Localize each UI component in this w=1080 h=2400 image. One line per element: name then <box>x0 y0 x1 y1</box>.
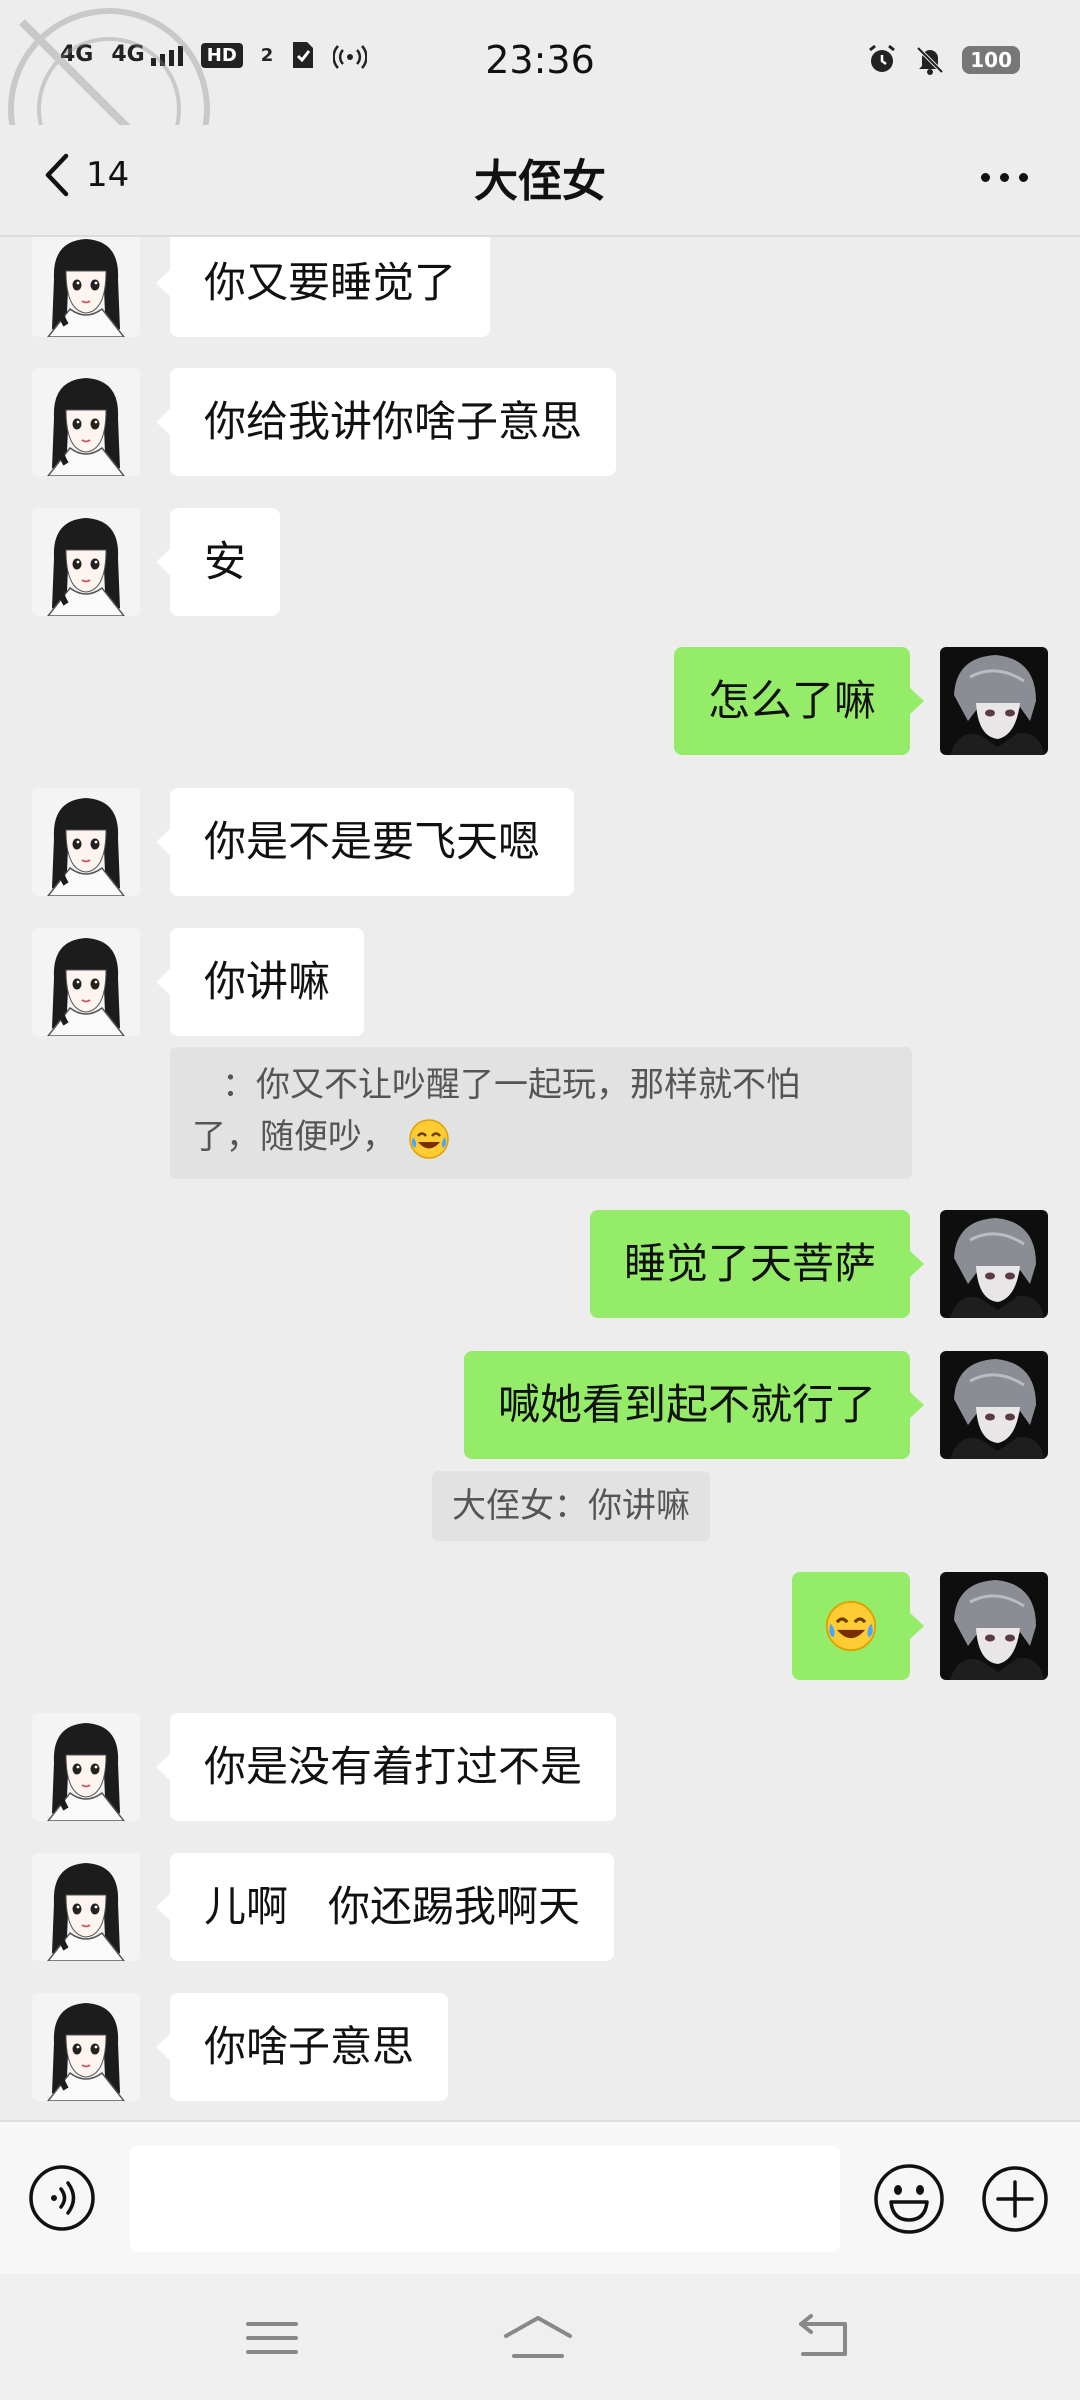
contact-avatar[interactable] <box>32 788 140 896</box>
quoted-message[interactable]: ：你又不让吵醒了一起玩，那样就不怕 了，随便吵， <box>170 1047 912 1179</box>
more-dots-icon[interactable] <box>981 173 1028 182</box>
message-bubble[interactable]: 睡觉了天菩萨 <box>589 1210 925 1318</box>
message-bubble[interactable]: 你啥子意思 <box>155 1993 449 2101</box>
status-right: 100 <box>866 44 1020 76</box>
message-bubble-emoji[interactable] <box>792 1572 924 1680</box>
laughing-crying-emoji-icon <box>409 1118 449 1159</box>
voice-icon[interactable] <box>28 2164 96 2232</box>
emoji-icon[interactable] <box>872 2162 946 2236</box>
contact-avatar[interactable] <box>32 1853 140 1961</box>
plus-icon[interactable] <box>980 2164 1050 2234</box>
message-row: 你是没有着打过不是 <box>0 1713 1080 1821</box>
message-row: 你讲嘛 <box>0 928 1080 1036</box>
contact-avatar[interactable] <box>32 928 140 1036</box>
message-bubble[interactable]: 安 <box>155 508 281 616</box>
message-row: 怎么了嘛 <box>0 647 1080 755</box>
menu-icon[interactable] <box>242 2312 302 2364</box>
my-avatar[interactable] <box>940 647 1048 755</box>
message-row: 你又要睡觉了 <box>0 237 1080 345</box>
quote-line-1: ：你又不让吵醒了一起玩，那样就不怕 <box>222 1065 800 1105</box>
message-bubble[interactable]: 喊她看到起不就行了 <box>463 1351 925 1459</box>
message-row: 安 <box>0 508 1080 616</box>
laughing-crying-emoji-icon <box>825 1600 877 1652</box>
back-nav-icon[interactable] <box>793 2312 853 2364</box>
home-icon[interactable] <box>500 2312 576 2364</box>
quoted-message[interactable]: 大侄女：你讲嘛 <box>432 1471 710 1541</box>
message-row: 儿啊 你还踢我啊天 <box>0 1853 1080 1961</box>
contact-avatar[interactable] <box>32 1993 140 2101</box>
message-row: 你啥子意思 <box>0 1993 1080 2101</box>
message-bubble[interactable]: 你又要睡觉了 <box>155 237 491 337</box>
input-bar <box>0 2120 1080 2274</box>
chat-list[interactable]: 你又要睡觉了 你给我讲你啥子意思 安 怎么了嘛 你是不是要飞天嗯 你讲嘛 ：你又… <box>0 237 1080 2117</box>
message-input[interactable] <box>130 2146 840 2252</box>
message-row: 你是不是要飞天嗯 <box>0 788 1080 896</box>
message-row: 喊她看到起不就行了 <box>0 1351 1080 1459</box>
chat-title: 大侄女 <box>474 156 606 207</box>
quote-line-2: 了，随便吵， <box>192 1111 890 1163</box>
message-bubble[interactable]: 你给我讲你啥子意思 <box>155 368 617 476</box>
my-avatar[interactable] <box>940 1351 1048 1459</box>
mute-bell-icon <box>916 46 944 75</box>
my-avatar[interactable] <box>940 1572 1048 1680</box>
message-bubble[interactable]: 你是不是要飞天嗯 <box>155 788 575 896</box>
my-avatar[interactable] <box>940 1210 1048 1318</box>
system-nav-bar <box>0 2274 1080 2400</box>
message-bubble[interactable]: 你讲嘛 <box>155 928 365 1036</box>
message-bubble[interactable]: 怎么了嘛 <box>673 647 925 755</box>
message-bubble[interactable]: 儿啊 你还踢我啊天 <box>155 1853 615 1961</box>
contact-avatar[interactable] <box>32 1713 140 1821</box>
contact-avatar[interactable] <box>32 508 140 616</box>
message-bubble[interactable]: 你是没有着打过不是 <box>155 1713 617 1821</box>
message-row: 睡觉了天菩萨 <box>0 1210 1080 1318</box>
message-row: 你给我讲你啥子意思 <box>0 368 1080 476</box>
contact-avatar[interactable] <box>32 368 140 476</box>
chat-header: 14 大侄女 <box>0 125 1080 235</box>
message-row <box>0 1572 1080 1680</box>
alarm-icon <box>869 44 896 72</box>
battery-indicator: 100 <box>962 46 1020 74</box>
contact-avatar[interactable] <box>32 237 140 337</box>
quote-line-2-text: 了，随便吵， <box>192 1117 396 1157</box>
